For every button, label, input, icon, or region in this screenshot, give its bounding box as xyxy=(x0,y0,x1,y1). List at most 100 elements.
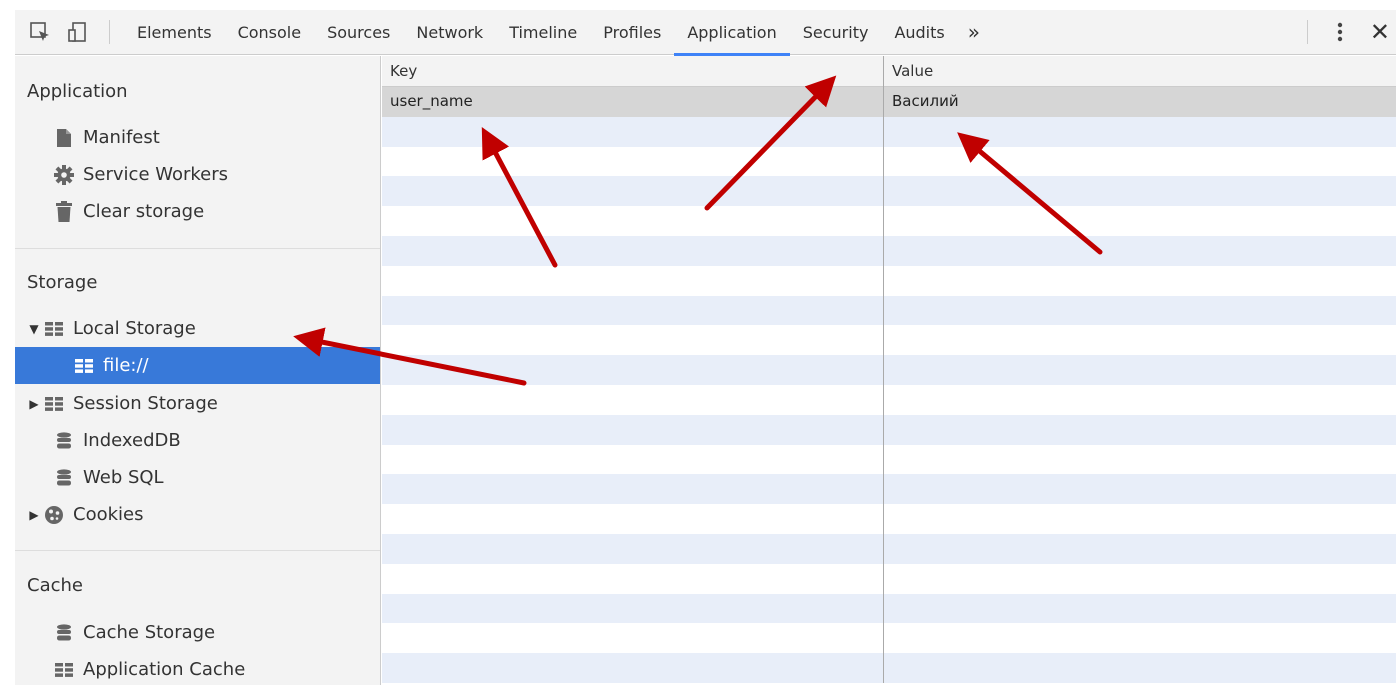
toolbar-separator xyxy=(109,20,110,44)
cell-key xyxy=(382,593,884,624)
database-icon xyxy=(53,467,75,489)
cell-value xyxy=(884,445,1396,475)
cell-key xyxy=(382,325,884,356)
sidebar-item-file-origin[interactable]: file:// xyxy=(15,347,380,384)
local-storage-table: Key Value user_name Василий xyxy=(382,56,1396,685)
tab-profiles[interactable]: Profiles xyxy=(590,10,674,55)
cell-value xyxy=(884,236,1396,266)
empty-row xyxy=(382,206,1396,236)
cell-key xyxy=(382,206,884,236)
cell-value xyxy=(884,594,1396,624)
cell-value xyxy=(884,117,1396,147)
grid-icon xyxy=(53,659,75,681)
sidebar-item-service-workers[interactable]: Service Workers xyxy=(15,156,380,193)
panel-tabs: Elements Console Sources Network Timeline Pro… xyxy=(124,10,958,56)
empty-row xyxy=(382,563,1396,594)
section-divider xyxy=(15,550,380,551)
empty-row xyxy=(382,474,1396,505)
cell-key xyxy=(382,563,884,594)
section-title-storage: Storage xyxy=(27,272,98,293)
sidebar-item-label: Manifest xyxy=(83,127,160,148)
sidebar-item-web-sql[interactable]: Web SQL xyxy=(15,459,380,496)
sidebar-item-label: Session Storage xyxy=(73,393,218,414)
cell-key xyxy=(382,355,884,385)
cell-key xyxy=(382,384,884,415)
cell-value xyxy=(884,564,1396,594)
empty-row xyxy=(382,384,1396,415)
cell-key xyxy=(382,176,884,207)
cell-key[interactable]: user_name xyxy=(382,87,884,117)
application-sidebar: Application Manifest Service Workers Cle… xyxy=(15,56,381,685)
cell-key xyxy=(382,146,884,177)
sidebar-item-session-storage[interactable]: ▶ Session Storage xyxy=(15,385,380,422)
section-title-cache: Cache xyxy=(27,575,83,596)
empty-row xyxy=(382,533,1396,564)
table-row[interactable]: user_name Василий xyxy=(382,87,1396,117)
sidebar-item-label: Service Workers xyxy=(83,164,229,185)
sidebar-item-cache-storage[interactable]: Cache Storage xyxy=(15,614,380,651)
sidebar-item-application-cache[interactable]: Application Cache xyxy=(15,651,380,685)
empty-row xyxy=(382,593,1396,624)
sidebar-item-label: Clear storage xyxy=(83,201,205,222)
cell-value xyxy=(884,147,1396,177)
sidebar-item-label: Cookies xyxy=(73,504,144,525)
cell-value xyxy=(884,176,1396,206)
tab-security[interactable]: Security xyxy=(790,10,882,55)
collapsed-arrow-icon[interactable]: ▶ xyxy=(27,397,41,411)
grid-icon xyxy=(43,393,65,415)
cell-value xyxy=(884,474,1396,504)
more-tabs-icon[interactable]: » xyxy=(958,10,990,55)
column-header-key[interactable]: Key xyxy=(382,56,884,87)
cell-key xyxy=(382,235,884,266)
empty-row xyxy=(382,176,1396,207)
tab-timeline[interactable]: Timeline xyxy=(496,10,590,55)
toolbar-separator xyxy=(1306,20,1308,44)
expanded-arrow-icon[interactable]: ▼ xyxy=(27,322,41,336)
sidebar-item-label: Local Storage xyxy=(73,318,196,339)
cell-value xyxy=(884,653,1396,683)
empty-row xyxy=(382,116,1396,147)
sidebar-item-manifest[interactable]: Manifest xyxy=(15,119,380,156)
cell-value xyxy=(884,415,1396,445)
table-header: Key Value xyxy=(382,56,1396,87)
tab-network[interactable]: Network xyxy=(403,10,496,55)
section-divider xyxy=(15,248,380,249)
sidebar-item-clear-storage[interactable]: Clear storage xyxy=(15,193,380,230)
sidebar-item-local-storage[interactable]: ▼ Local Storage xyxy=(15,310,380,347)
tab-sources[interactable]: Sources xyxy=(314,10,403,55)
gear-icon xyxy=(53,164,75,186)
sidebar-item-cookies[interactable]: ▶ Cookies xyxy=(15,496,380,533)
toolbar-right: ✕ xyxy=(1306,19,1396,45)
sidebar-item-label: file:// xyxy=(103,355,149,376)
kebab-menu-icon[interactable] xyxy=(1330,19,1350,45)
cell-key xyxy=(382,265,884,296)
inspect-element-icon[interactable] xyxy=(27,19,53,45)
sidebar-item-indexeddb[interactable]: IndexedDB xyxy=(15,422,380,459)
empty-row xyxy=(382,623,1396,654)
close-icon[interactable]: ✕ xyxy=(1370,20,1390,44)
cell-key xyxy=(382,623,884,654)
database-icon xyxy=(53,622,75,644)
tab-audits[interactable]: Audits xyxy=(881,10,957,55)
empty-row xyxy=(382,504,1396,534)
empty-row xyxy=(382,325,1396,356)
device-toolbar-icon[interactable] xyxy=(65,19,91,45)
cell-value[interactable]: Василий xyxy=(884,87,1396,117)
sidebar-item-label: Cache Storage xyxy=(83,622,216,643)
tab-console[interactable]: Console xyxy=(225,10,315,55)
tab-application[interactable]: Application xyxy=(674,10,791,56)
cell-key xyxy=(382,474,884,505)
empty-row xyxy=(382,414,1396,445)
tab-elements[interactable]: Elements xyxy=(124,10,225,55)
column-header-value[interactable]: Value xyxy=(884,56,1396,87)
table-body: user_name Василий xyxy=(382,87,1396,683)
cell-value xyxy=(884,325,1396,355)
empty-row xyxy=(382,146,1396,177)
grid-icon xyxy=(73,355,95,377)
collapsed-arrow-icon[interactable]: ▶ xyxy=(27,508,41,522)
empty-row xyxy=(382,295,1396,326)
cell-value xyxy=(884,385,1396,415)
cell-key xyxy=(382,533,884,564)
cell-value xyxy=(884,206,1396,236)
cell-value xyxy=(884,355,1396,385)
